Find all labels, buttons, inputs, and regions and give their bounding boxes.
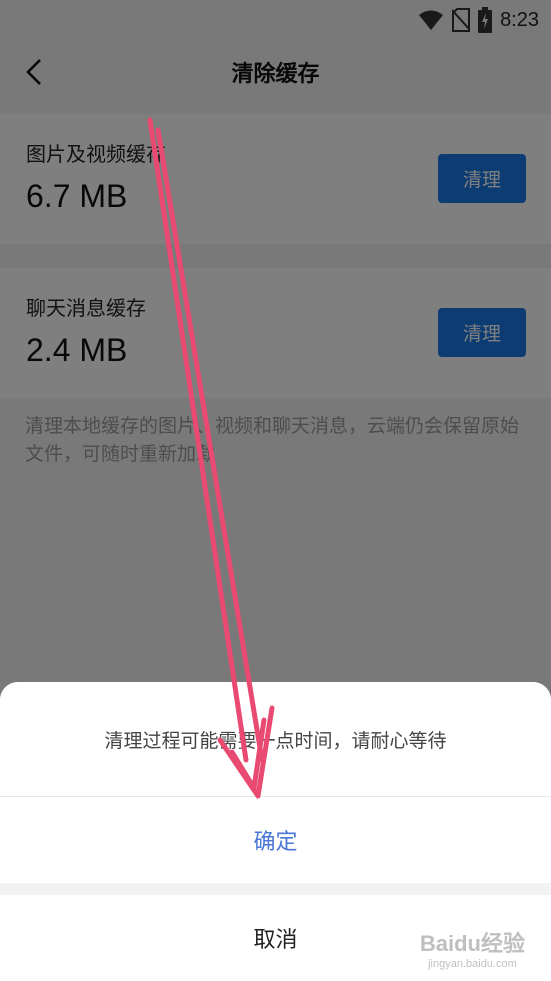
watermark-url: jingyan.baidu.com	[428, 958, 517, 970]
sheet-message-area: 清理过程可能需要一点时间，请耐心等待	[0, 682, 551, 796]
watermark-logo: Baidu经验	[419, 931, 525, 956]
sheet-message: 清理过程可能需要一点时间，请耐心等待	[104, 730, 447, 752]
confirm-button[interactable]: 确定	[0, 797, 551, 883]
baidu-watermark: Baidu经验 jingyan.baidu.com	[420, 926, 525, 970]
